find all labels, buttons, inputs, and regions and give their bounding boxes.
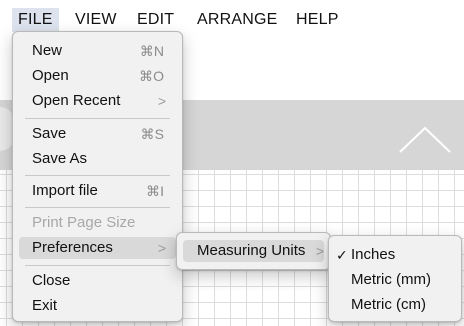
menu-item-label: Exit [32, 297, 58, 314]
menu-item-label: Preferences [32, 239, 113, 256]
menu-file[interactable]: FILE [12, 8, 59, 32]
shortcut-label: ⌘N [139, 43, 164, 59]
menu-item-label: Metric (cm) [351, 296, 426, 313]
menu-item-label: Close [32, 272, 71, 289]
menu-item-label: Save As [32, 150, 88, 167]
measuring-units-submenu: ✓ Inches Metric (mm) Metric (cm) [328, 235, 462, 322]
collapse-chevron-up-icon[interactable] [398, 124, 452, 154]
menu-item-label: Metric (mm) [351, 271, 431, 288]
menu-item-label: Open [32, 67, 69, 84]
menu-arrange[interactable]: ARRANGE [191, 8, 284, 32]
submenu-arrow-icon: > [157, 240, 166, 256]
menu-item-measuring-units[interactable]: Measuring Units > [183, 240, 324, 262]
menu-item-close[interactable]: Close [19, 270, 176, 292]
menu-item-preferences[interactable]: Preferences > [19, 237, 176, 259]
menu-help[interactable]: HELP [290, 8, 345, 32]
file-menu: New ⌘N Open ⌘O Open Recent > Save ⌘S Sav… [12, 31, 183, 322]
menu-item-import-file[interactable]: Import file ⌘I [19, 180, 176, 202]
menu-view[interactable]: VIEW [69, 8, 123, 32]
menu-separator [25, 207, 170, 208]
menu-item-label: Print Page Size [32, 214, 136, 231]
menu-item-metric-mm[interactable]: Metric (mm) [331, 269, 459, 291]
menu-item-label: Inches [351, 246, 396, 263]
menu-separator [25, 118, 170, 119]
menu-separator [25, 265, 170, 266]
shortcut-label: ⌘O [139, 68, 164, 84]
menu-edit[interactable]: EDIT [131, 8, 180, 32]
submenu-arrow-icon: > [157, 93, 166, 109]
menu-item-label: Open Recent [32, 92, 121, 109]
menu-item-open-recent[interactable]: Open Recent > [19, 90, 176, 112]
checkmark-icon: ✓ [336, 247, 348, 263]
menu-item-new[interactable]: New ⌘N [19, 40, 176, 62]
menu-item-metric-cm[interactable]: Metric (cm) [331, 294, 459, 316]
menu-item-label: Save [32, 125, 67, 142]
menu-item-label: Measuring Units [197, 242, 306, 259]
menu-item-print-page-size: Print Page Size [19, 212, 176, 234]
menu-item-exit[interactable]: Exit [19, 295, 176, 317]
menu-item-label: New [32, 42, 63, 59]
shortcut-label: ⌘S [140, 126, 164, 142]
menu-item-save[interactable]: Save ⌘S [19, 123, 176, 145]
menu-item-save-as[interactable]: Save As [19, 148, 176, 170]
shortcut-label: ⌘I [146, 183, 164, 199]
menu-separator [25, 175, 170, 176]
submenu-arrow-icon: > [315, 243, 324, 259]
preferences-submenu: Measuring Units > [176, 232, 331, 270]
menu-item-open[interactable]: Open ⌘O [19, 65, 176, 87]
menu-item-label: Import file [32, 182, 98, 199]
menu-item-inches[interactable]: ✓ Inches [331, 244, 459, 266]
